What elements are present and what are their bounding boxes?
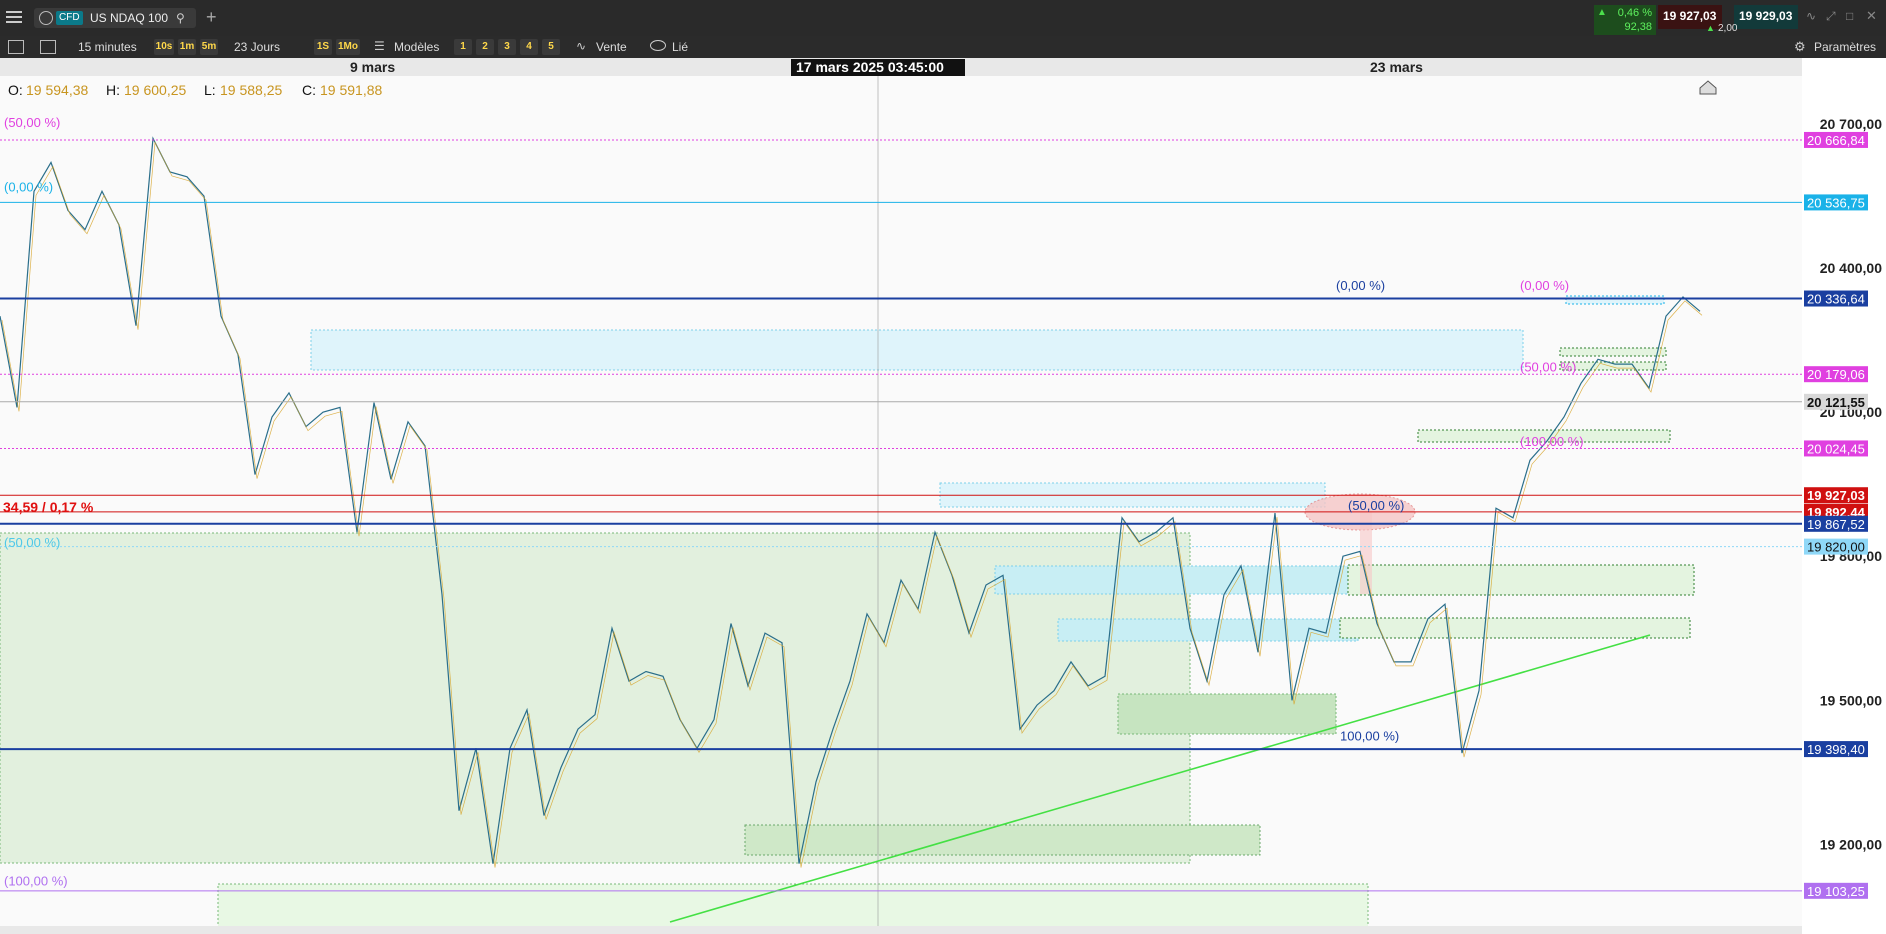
zone-green-mid [1117,693,1337,735]
sell-icon: ∿ [576,39,587,53]
price-tag-4: 20 121,55 [1807,395,1865,410]
tf-1mo-button[interactable]: 1Mo [336,39,360,55]
zone-green-right-4 [1559,347,1667,357]
instrument-name: US NDAQ 100 [90,11,169,25]
cfd-badge: CFD [56,11,83,25]
change-box: ▲ 0,46 % 92,38 [1594,5,1656,35]
ohlc-o: 19 594,38 [26,82,88,98]
interval-select[interactable]: 15 minutes [78,36,137,58]
price-tag-9: 19 820,00 [1807,540,1865,555]
fib-label-9: 100,00 %) [1340,729,1399,744]
zone-green-bottom [744,824,1261,856]
preset-3-button[interactable]: 3 [498,39,516,55]
search-icon[interactable]: ⚲ [176,11,185,25]
ohlc-l-label: L: [204,82,216,98]
price-tag-6: 19 927,03 [1807,488,1865,503]
spread-value: 2,00 [1718,23,1738,34]
models-button[interactable]: Modèles [394,36,439,58]
date-label-23-mars: 23 mars [1370,59,1423,75]
price-tag-3: 20 179,06 [1807,367,1865,382]
clock-icon [39,11,53,25]
price-tag-10: 19 398,40 [1807,742,1865,757]
expand-icon[interactable]: ⤢ [1826,9,1836,24]
add-tab-button[interactable]: + [206,7,217,27]
ohlc-o-label: O: [8,82,23,98]
linked-button[interactable]: Lié [672,36,688,58]
change-readout: 34,59 / 0,17 % [3,499,94,515]
preset-2-button[interactable]: 2 [476,39,494,55]
preset-4-button[interactable]: 4 [520,39,538,55]
change-points: 92,38 [1624,21,1652,33]
menu-icon[interactable] [6,9,22,23]
ask-price: 19 929,03 [1739,9,1793,23]
price-tag-2: 20 336,64 [1807,292,1865,307]
ohlc-l: 19 588,25 [220,82,282,98]
sell-button[interactable]: Vente [596,36,627,58]
gear-icon[interactable]: ⚙ [1794,39,1806,55]
y-tick-0: 20 700,00 [1820,116,1882,132]
date-label-9-mars: 9 mars [350,59,395,75]
up-arrow-icon: ▲ [1597,7,1607,18]
zone-green-right-1 [1347,564,1695,596]
settings-button[interactable]: Paramètres [1814,36,1876,58]
period-select[interactable]: 23 Jours [234,36,280,58]
y-tick-4: 19 500,00 [1820,692,1882,708]
zone-cyan-right-top [1565,295,1665,305]
price-tag-8: 19 867,52 [1807,517,1865,532]
fib-label-8: (50,00 %) [1348,498,1404,513]
chart-toolbar: 15 minutes 10s 1m 5m 23 Jours 1S 1Mo ☰ M… [0,36,1886,58]
ask-box[interactable]: 19 929,03 [1734,5,1798,29]
ohlc-h-label: H: [106,82,120,98]
link-icon[interactable]: ∿ [1806,9,1816,23]
spread-arrow-icon: ▲ [1706,23,1715,33]
preset-5-button[interactable]: 5 [542,39,560,55]
tf-1w-button[interactable]: 1S [314,39,332,55]
eye-icon [650,40,666,51]
zone-cyan-2 [994,565,1352,595]
fib-label-2: (50,00 %) [4,535,60,550]
price-tag-1: 20 536,75 [1807,195,1865,210]
fib-label-4: (0,00 %) [1336,278,1385,293]
zone-cyan-top [310,329,1524,371]
price-tag-5: 20 024,45 [1807,441,1865,456]
ohlc-c: 19 591,88 [320,82,382,98]
price-tag-0: 20 666,84 [1807,133,1865,148]
tf-5m-button[interactable]: 5m [200,39,218,55]
change-percent: 0,46 % [1617,7,1652,19]
zone-green-right-2 [1339,617,1691,639]
y-tick-5: 19 200,00 [1820,836,1882,852]
maximize-icon[interactable]: □ [1846,9,1853,23]
fib-label-1: (0,00 %) [4,180,53,195]
bottom-scrollbar[interactable] [0,926,1802,934]
fib-label-7: (100,00 %) [1520,434,1584,449]
y-tick-1: 20 400,00 [1820,260,1882,276]
price-tag-11: 19 103,25 [1807,884,1865,899]
models-icon: ☰ [374,39,385,53]
instrument-tab[interactable]: CFD US NDAQ 100 ⚲ [34,8,196,28]
fib-label-0: (50,00 %) [4,115,60,130]
bid-price: 19 927,03 [1663,9,1717,23]
fib-label-6: (50,00 %) [1520,360,1576,375]
tf-10s-button[interactable]: 10s [154,39,174,55]
panel-icon[interactable] [8,40,24,54]
ohlc-c-label: C: [302,82,316,98]
trading-app: CFD US NDAQ 100 ⚲ + ▲ 0,46 % 92,38 19 92… [0,0,1886,934]
fib-label-5: (0,00 %) [1520,278,1569,293]
top-bar: CFD US NDAQ 100 ⚲ + ▲ 0,46 % 92,38 19 92… [0,0,1886,37]
close-icon[interactable]: ✕ [1866,8,1877,24]
preset-1-button[interactable]: 1 [454,39,472,55]
ohlc-h: 19 600,25 [124,82,186,98]
fib-label-3: (100,00 %) [4,874,68,889]
crosshair-date: 17 mars 2025 03:45:00 [796,59,944,75]
tf-1m-button[interactable]: 1m [178,39,196,55]
layout-icon[interactable] [40,40,56,54]
price-chart[interactable]: (50,00 %) (0,00 %) (50,00 %) (100,00 %) (0,0… [0,58,1886,934]
